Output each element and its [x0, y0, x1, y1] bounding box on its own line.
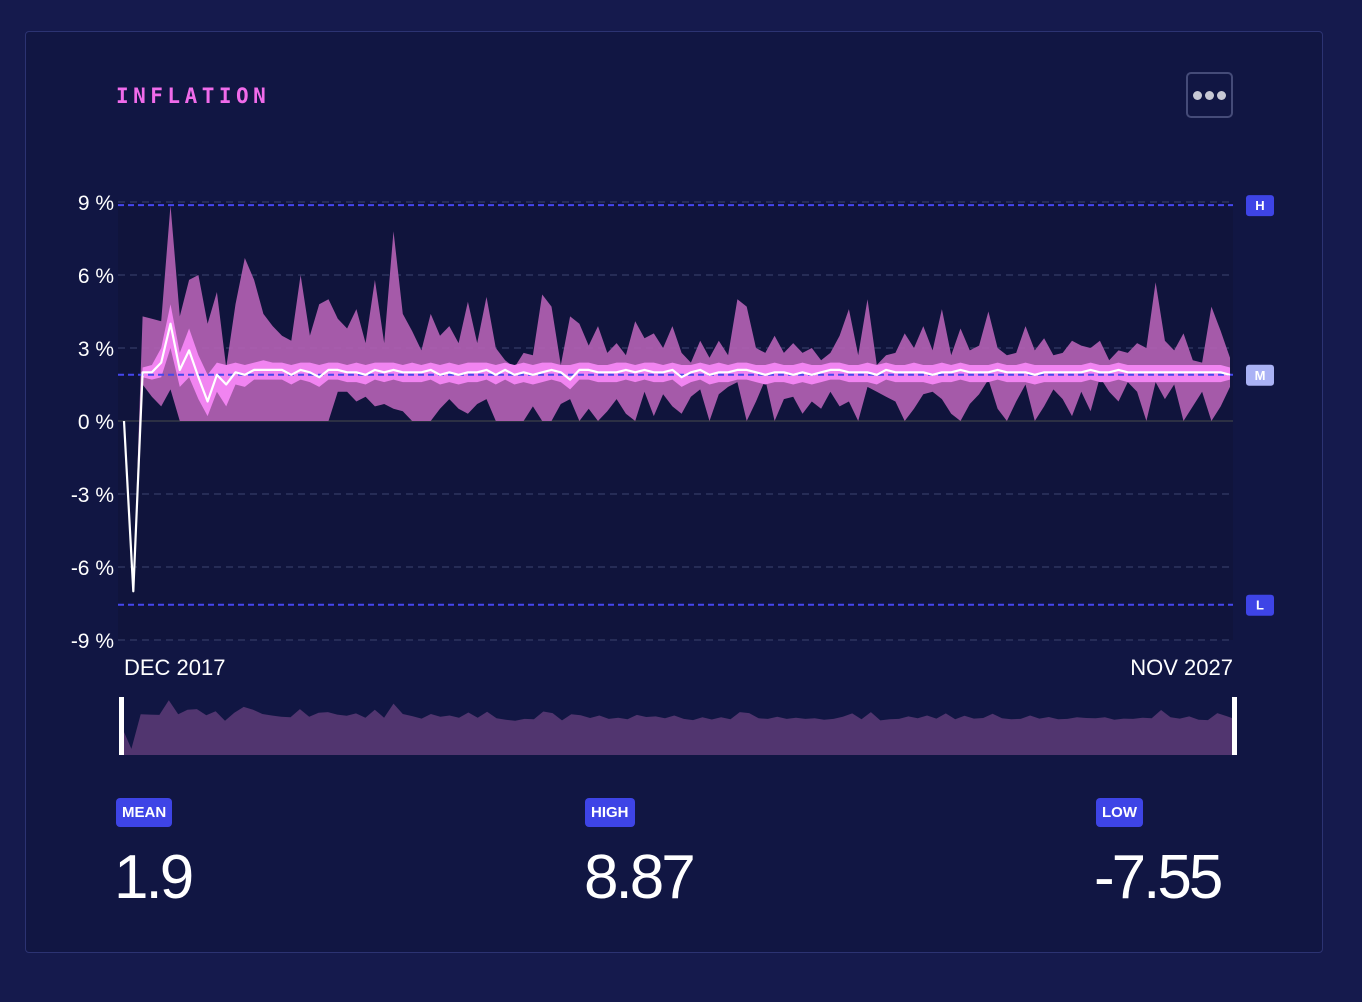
y-tick-label: -9 % — [71, 630, 114, 653]
mean-value: 1.9 — [114, 843, 194, 912]
y-tick-label: 3 % — [78, 338, 114, 361]
low-value: -7.55 — [1094, 843, 1223, 912]
y-tick-label: -6 % — [71, 557, 114, 580]
high-value: 8.87 — [584, 843, 696, 912]
y-tick-label: 9 % — [78, 192, 114, 215]
low-badge: LOW — [1096, 798, 1143, 827]
reference-label-h: H — [1255, 198, 1264, 213]
navigator-left-handle[interactable] — [119, 697, 124, 755]
navigator-area — [122, 700, 1236, 755]
reference-label-l: L — [1256, 598, 1264, 613]
y-tick-label: -3 % — [71, 484, 114, 507]
high-badge: HIGH — [585, 798, 635, 827]
mean-badge: MEAN — [116, 798, 173, 827]
reference-label-m: M — [1255, 368, 1266, 383]
y-tick-label: 0 % — [78, 411, 114, 434]
navigator-right-handle[interactable] — [1232, 697, 1237, 755]
x-start-label: DEC 2017 — [124, 655, 226, 680]
x-end-label: NOV 2027 — [1130, 655, 1233, 680]
y-tick-label: 6 % — [78, 265, 114, 288]
